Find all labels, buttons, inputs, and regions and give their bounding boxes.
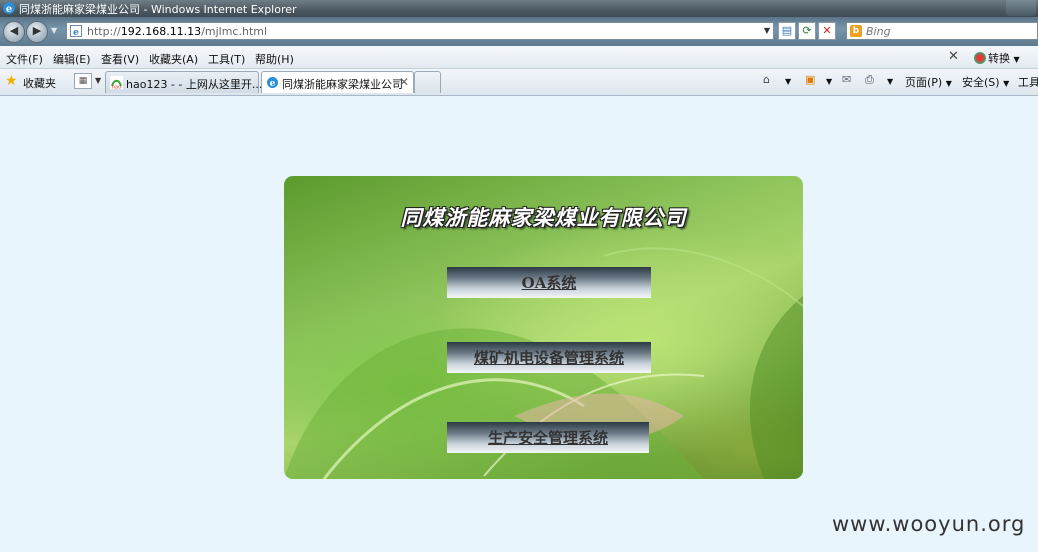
page-viewport: 同煤浙能麻家梁煤业有限公司 OA系统 煤矿机电设备管理系统 生产安全管理系统 w… xyxy=(0,96,1038,552)
bing-icon: b xyxy=(850,25,862,37)
company-title: 同煤浙能麻家梁煤业有限公司 xyxy=(400,206,687,230)
window-title: 同煤浙能麻家梁煤业公司 - Windows Internet Explorer xyxy=(19,3,297,16)
address-toolbar: ◀ ▶ ▼ e http://192.168.11.13/mjlmc.html … xyxy=(0,17,1038,46)
ie-page-icon: e xyxy=(267,77,278,89)
new-tab-button[interactable] xyxy=(414,71,441,93)
url-path: /mjlmc.html xyxy=(201,25,268,38)
search-box[interactable]: b xyxy=(846,22,1038,40)
window-controls[interactable] xyxy=(1006,0,1036,16)
translate-dropdown-icon: ▼ xyxy=(1013,55,1020,64)
stop-button[interactable]: ✕ xyxy=(818,22,836,40)
translate-icon xyxy=(974,52,986,64)
compatibility-view-button[interactable]: ▤ xyxy=(778,22,796,40)
tab-hao123-label: hao123 - - 上网从这里开... xyxy=(126,78,263,91)
menu-favorites[interactable]: 收藏夹(A) xyxy=(149,51,198,67)
refresh-icon: ⟳ xyxy=(802,24,812,37)
page-menu-button[interactable]: 页面(P) ▼ xyxy=(905,74,952,90)
feeds-dropdown-icon[interactable]: ▼ xyxy=(826,77,832,86)
menu-file[interactable]: 文件(F) xyxy=(6,51,43,67)
safety-system-button[interactable]: 生产安全管理系统 xyxy=(447,422,649,453)
back-arrow-icon: ◀ xyxy=(9,24,19,37)
ie-logo-icon: e xyxy=(3,2,15,15)
close-toolbar-icon[interactable]: ✕ xyxy=(948,49,959,64)
forward-arrow-icon: ▶ xyxy=(32,24,42,37)
home-icon[interactable]: ⌂ xyxy=(763,73,777,87)
equipment-system-button[interactable]: 煤矿机电设备管理系统 xyxy=(447,342,651,373)
print-icon[interactable]: ⎙ xyxy=(865,73,879,87)
url-host: 192.168.11.13 xyxy=(120,25,202,38)
history-dropdown-icon[interactable]: ▼ xyxy=(51,26,57,35)
svg-text:hao: hao xyxy=(112,85,121,90)
menu-tools[interactable]: 工具(T) xyxy=(208,51,245,67)
menu-help[interactable]: 帮助(H) xyxy=(255,51,294,67)
title-bar: e 同煤浙能麻家梁煤业公司 - Windows Internet Explore… xyxy=(0,0,1038,17)
page-menu-dropdown-icon: ▼ xyxy=(945,79,952,88)
quick-tabs-icon: ▦ xyxy=(78,76,88,86)
menu-view[interactable]: 查看(V) xyxy=(101,51,139,67)
tab-company[interactable]: e 同煤浙能麻家梁煤业公司 ✕ xyxy=(261,71,414,93)
translate-button[interactable]: 转换 ▼ xyxy=(974,50,1020,66)
address-dropdown-icon[interactable]: ▼ xyxy=(764,26,770,35)
safety-menu-label: 安全(S) xyxy=(962,76,1000,89)
svg-text:e: e xyxy=(270,79,276,89)
tools-menu-button[interactable]: 工具 xyxy=(1018,74,1038,90)
safety-menu-dropdown-icon: ▼ xyxy=(1003,79,1010,88)
watermark-text: www.wooyun.org xyxy=(832,512,1026,536)
portal-panel: 同煤浙能麻家梁煤业有限公司 OA系统 煤矿机电设备管理系统 生产安全管理系统 xyxy=(284,176,803,479)
menu-edit[interactable]: 编辑(E) xyxy=(53,51,91,67)
svg-text:e: e xyxy=(6,4,12,15)
compat-page-icon: ▤ xyxy=(781,24,793,37)
tab-list-dropdown-icon[interactable]: ▼ xyxy=(95,76,101,85)
back-button[interactable]: ◀ xyxy=(3,21,25,43)
forward-button[interactable]: ▶ xyxy=(26,21,48,43)
oa-system-button[interactable]: OA系统 xyxy=(447,267,651,298)
url-text: http://192.168.11.13/mjlmc.html xyxy=(87,25,267,38)
hao123-icon: hao xyxy=(110,76,123,89)
svg-text:e: e xyxy=(73,28,79,37)
menu-bar: 文件(F) 编辑(E) 查看(V) 收藏夹(A) 工具(T) 帮助(H) ✕ 转… xyxy=(0,46,1038,69)
feeds-icon[interactable]: ▣ xyxy=(805,73,819,87)
print-dropdown-icon[interactable]: ▼ xyxy=(887,77,893,86)
safety-menu-button[interactable]: 安全(S) ▼ xyxy=(962,74,1009,90)
home-dropdown-icon[interactable]: ▼ xyxy=(785,77,791,86)
search-input[interactable] xyxy=(866,24,1026,38)
favorites-button[interactable]: 收藏夹 xyxy=(23,75,56,91)
quick-tabs-button[interactable]: ▦ xyxy=(74,73,92,89)
mail-icon[interactable]: ✉ xyxy=(842,73,856,87)
favorites-star-icon[interactable]: ★ xyxy=(5,73,18,89)
stop-icon: ✕ xyxy=(822,24,832,37)
tab-company-label: 同煤浙能麻家梁煤业公司 xyxy=(282,78,403,91)
translate-label: 转换 xyxy=(988,52,1010,65)
refresh-button[interactable]: ⟳ xyxy=(798,22,816,40)
address-field[interactable]: e http://192.168.11.13/mjlmc.html ▼ xyxy=(66,22,774,40)
tab-hao123[interactable]: hao hao123 - - 上网从这里开... xyxy=(105,71,263,93)
favorites-bar: ★ 收藏夹 ▦ ▼ hao hao123 - - 上网从这里开... e 同煤浙… xyxy=(0,69,1038,96)
page-ie-icon: e xyxy=(70,25,82,37)
page-menu-label: 页面(P) xyxy=(905,76,943,89)
url-prefix: http:// xyxy=(87,25,121,38)
close-tab-icon[interactable]: ✕ xyxy=(399,75,409,89)
